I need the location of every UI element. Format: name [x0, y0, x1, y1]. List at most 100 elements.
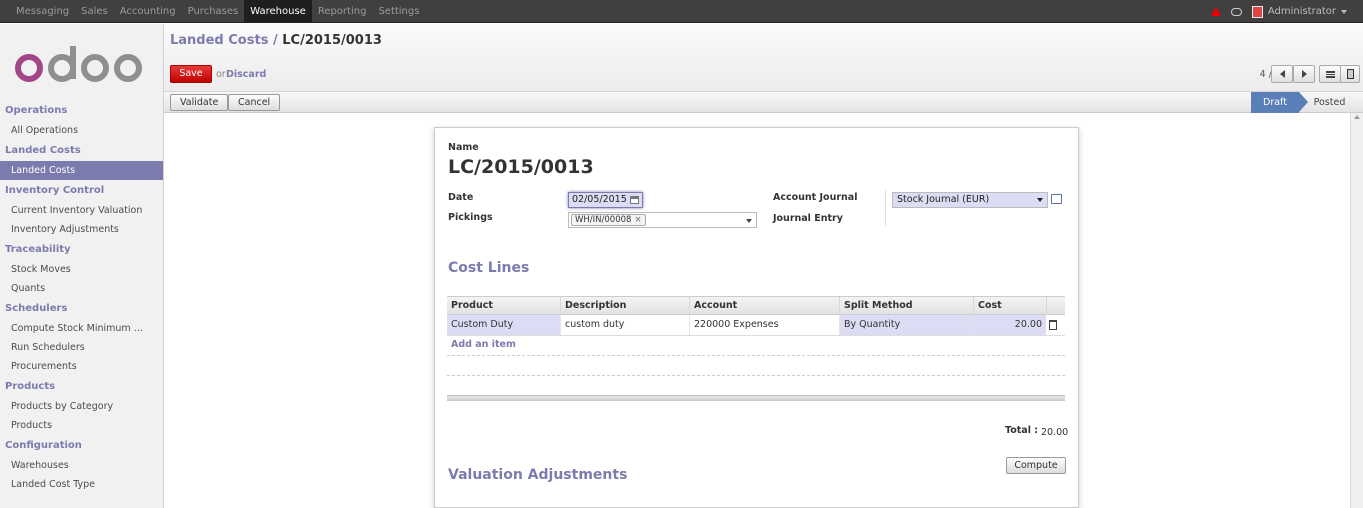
- menu-sales[interactable]: Sales: [75, 0, 114, 23]
- total-value: 20.00: [1041, 427, 1069, 438]
- menu-warehouse[interactable]: Warehouse: [244, 0, 312, 23]
- section-inventory-control: Inventory Control: [5, 185, 105, 196]
- menu-reporting[interactable]: Reporting: [312, 0, 373, 23]
- date-value: 02/05/2015: [572, 194, 627, 205]
- sidebar-item-products[interactable]: Products: [0, 416, 163, 435]
- odoo-logo[interactable]: [14, 42, 144, 86]
- scroll-up-arrow-icon[interactable]: [1354, 115, 1360, 119]
- date-label: Date: [448, 192, 474, 203]
- sidebar-item-warehouses[interactable]: Warehouses: [0, 456, 163, 475]
- cell-account[interactable]: 220000 Expenses: [689, 315, 839, 335]
- section-traceability: Traceability: [5, 244, 71, 255]
- top-menu: Messaging Sales Accounting Purchases War…: [10, 0, 425, 23]
- tag-remove-icon[interactable]: ×: [634, 215, 641, 225]
- add-item-link[interactable]: Add an item: [451, 339, 516, 350]
- sidebar-item-current-inventory-valuation[interactable]: Current Inventory Valuation: [0, 201, 163, 220]
- table-row[interactable]: Custom Duty custom duty 220000 Expenses …: [447, 315, 1065, 336]
- form-view-icon: [1346, 69, 1354, 79]
- column-description[interactable]: Description: [560, 297, 689, 315]
- journal-entry-label: Journal Entry: [773, 213, 843, 224]
- list-view-button[interactable]: [1319, 65, 1341, 83]
- sidebar-menu: Operations All Operations Landed Costs L…: [0, 100, 163, 494]
- form-view-button[interactable]: [1340, 65, 1360, 83]
- total-label: Total :: [1005, 425, 1039, 436]
- menu-messaging[interactable]: Messaging: [10, 0, 75, 23]
- menu-accounting[interactable]: Accounting: [114, 0, 182, 23]
- name-label: Name: [448, 142, 479, 153]
- table-header: Product Description Account Split Method…: [447, 296, 1065, 315]
- section-landed-costs: Landed Costs: [5, 145, 81, 156]
- dropdown-caret-icon[interactable]: [746, 219, 752, 223]
- breadcrumb-current: LC/2015/0013: [282, 33, 382, 48]
- sidebar-item-landed-costs[interactable]: Landed Costs: [0, 161, 163, 180]
- cell-split-method[interactable]: By Quantity: [839, 315, 973, 335]
- calendar-icon[interactable]: [630, 196, 639, 204]
- section-products: Products: [5, 381, 56, 392]
- record-name: LC/2015/0013: [448, 156, 594, 178]
- list-view-icon: [1325, 70, 1335, 78]
- status-bar: Validate Cancel Draft Posted: [164, 92, 1363, 113]
- cell-description[interactable]: custom duty: [560, 315, 689, 335]
- section-operations: Operations: [5, 105, 68, 116]
- picking-tag-label: WH/IN/00008: [575, 215, 632, 225]
- column-actions: [1046, 297, 1065, 315]
- sidebar-item-landed-cost-type[interactable]: Landed Cost Type: [0, 475, 163, 494]
- pager-previous-button[interactable]: [1271, 65, 1293, 83]
- arrow-right-icon: [1301, 70, 1307, 78]
- sidebar-item-all-operations[interactable]: All Operations: [0, 121, 163, 140]
- vertical-scrollbar[interactable]: [1350, 113, 1363, 508]
- select-caret-icon: [1037, 198, 1043, 202]
- stage-draft[interactable]: Draft: [1251, 92, 1308, 113]
- control-panel: Landed Costs / LC/2015/0013 Save or Disc…: [164, 24, 1363, 92]
- column-product[interactable]: Product: [447, 297, 560, 315]
- or-text: or: [216, 69, 226, 80]
- caret-down-icon: [1341, 9, 1347, 14]
- external-link-icon[interactable]: [1051, 194, 1062, 204]
- pager-next-button[interactable]: [1293, 65, 1315, 83]
- sidebar-item-stock-moves[interactable]: Stock Moves: [0, 260, 163, 279]
- arrow-left-icon: [1279, 70, 1285, 78]
- cost-lines-title: Cost Lines: [448, 260, 530, 276]
- column-split-method[interactable]: Split Method: [839, 297, 973, 315]
- form-sheet: Name LC/2015/0013 Date 02/05/2015 Pickin…: [434, 127, 1079, 508]
- sidebar-item-products-by-category[interactable]: Products by Category: [0, 397, 163, 416]
- account-journal-value: Stock Journal (EUR): [897, 194, 990, 205]
- sidebar-item-quants[interactable]: Quants: [0, 279, 163, 298]
- column-cost[interactable]: Cost: [973, 297, 1046, 315]
- pickings-label: Pickings: [448, 212, 493, 223]
- validate-button[interactable]: Validate: [170, 94, 229, 111]
- cell-product[interactable]: Custom Duty: [447, 315, 560, 335]
- stage-posted[interactable]: Posted: [1307, 92, 1352, 113]
- column-divider: [885, 190, 886, 226]
- save-button[interactable]: Save: [170, 65, 212, 83]
- top-right-area: Administrator: [1210, 0, 1347, 23]
- cancel-button[interactable]: Cancel: [228, 94, 281, 111]
- sidebar-item-inventory-adjustments[interactable]: Inventory Adjustments: [0, 220, 163, 239]
- chat-icon[interactable]: [1230, 7, 1242, 16]
- date-field[interactable]: 02/05/2015: [568, 192, 643, 208]
- breadcrumb: Landed Costs / LC/2015/0013: [170, 33, 382, 48]
- column-account[interactable]: Account: [689, 297, 839, 315]
- valuation-adjustments-title: Valuation Adjustments: [448, 467, 628, 483]
- pickings-field[interactable]: WH/IN/00008 ×: [568, 212, 757, 228]
- section-schedulers: Schedulers: [5, 303, 68, 314]
- sidebar-item-procurements[interactable]: Procurements: [0, 357, 163, 376]
- account-journal-select[interactable]: Stock Journal (EUR): [892, 192, 1048, 208]
- menu-purchases[interactable]: Purchases: [182, 0, 245, 23]
- table-footer-bar: [447, 395, 1065, 401]
- avatar: [1251, 5, 1263, 18]
- breadcrumb-parent[interactable]: Landed Costs: [170, 33, 268, 48]
- sidebar-item-run-schedulers[interactable]: Run Schedulers: [0, 338, 163, 357]
- user-menu[interactable]: Administrator: [1251, 5, 1347, 18]
- cell-cost[interactable]: 20.00: [973, 315, 1046, 335]
- menu-settings[interactable]: Settings: [372, 0, 425, 23]
- discard-button[interactable]: Discard: [226, 69, 266, 80]
- sidebar-item-compute-stock-minimum[interactable]: Compute Stock Minimum ...: [0, 319, 163, 338]
- trash-icon[interactable]: [1049, 320, 1057, 330]
- picking-tag: WH/IN/00008 ×: [571, 214, 646, 226]
- section-configuration: Configuration: [5, 440, 82, 451]
- empty-row-divider: [447, 355, 1065, 356]
- compute-button[interactable]: Compute: [1006, 457, 1066, 474]
- alert-icon[interactable]: [1210, 7, 1221, 16]
- sidebar: Operations All Operations Landed Costs L…: [0, 24, 164, 508]
